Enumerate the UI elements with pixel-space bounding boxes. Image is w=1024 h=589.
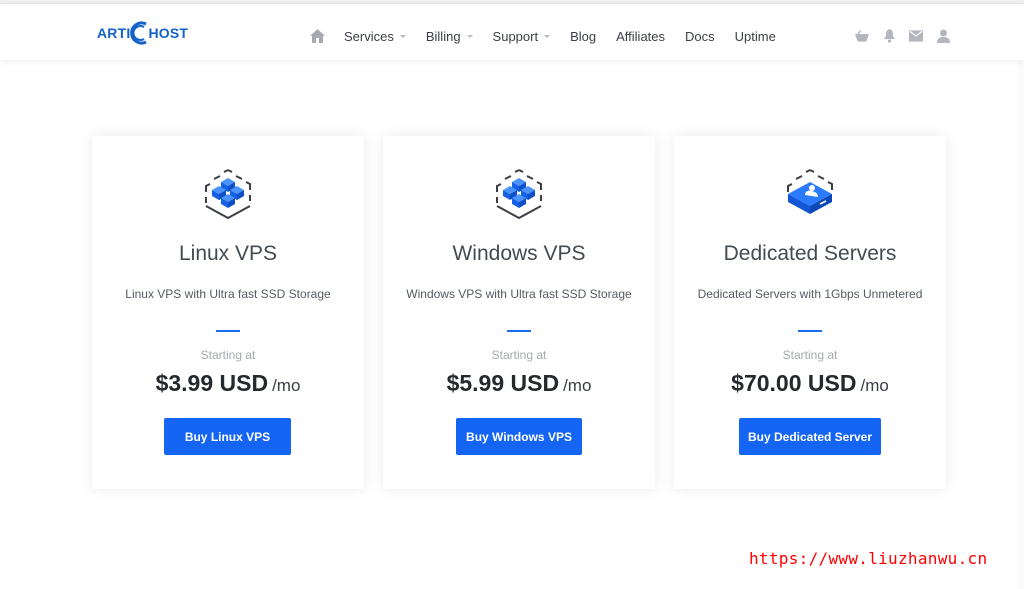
header-icons: [855, 8, 950, 64]
watermark: https://www.liuzhanwu.cn: [749, 549, 988, 568]
nav-billing[interactable]: Billing: [426, 29, 473, 44]
chevron-down-icon: [399, 34, 406, 38]
card-description: Linux VPS with Ultra fast SSD Storage: [125, 287, 331, 301]
product-card-linux-vps: Linux VPS Linux VPS with Ultra fast SSD …: [92, 136, 364, 489]
price: $5.99 USD/mo: [383, 370, 655, 397]
card-title: Windows VPS: [452, 242, 586, 265]
main-nav: Services Billing Support Blog Affiliates…: [310, 8, 796, 64]
cart-icon[interactable]: [855, 29, 869, 43]
chevron-down-icon: [466, 34, 473, 38]
price-period: /mo: [272, 376, 301, 395]
price-amount: $70.00 USD: [731, 370, 857, 396]
buy-linux-vps-button[interactable]: Buy Linux VPS: [164, 418, 291, 455]
divider: [798, 330, 822, 332]
price: $70.00 USD/mo: [674, 370, 946, 397]
product-card-windows-vps: Windows VPS Windows VPS with Ultra fast …: [383, 136, 655, 489]
logo-text-right: HOST: [148, 25, 189, 41]
price-period: /mo: [563, 376, 592, 395]
logo[interactable]: ARTI HOST: [97, 19, 188, 47]
scrollbar[interactable]: [1018, 60, 1024, 589]
site-header: ARTI HOST Services Billing Support Blog …: [0, 4, 1024, 60]
nav-services[interactable]: Services: [344, 29, 406, 44]
card-description: Dedicated Servers with 1Gbps Unmetered: [697, 287, 923, 301]
logo-ring-icon: [129, 20, 151, 46]
bell-icon[interactable]: [882, 29, 896, 43]
price-amount: $3.99 USD: [155, 370, 269, 396]
price-amount: $5.99 USD: [446, 370, 560, 396]
card-description: Windows VPS with Ultra fast SSD Storage: [406, 287, 632, 301]
dedicated-server-icon: [674, 168, 946, 220]
product-card-dedicated-servers: Dedicated Servers Dedicated Servers with…: [674, 136, 946, 489]
vps-cubes-icon: [92, 168, 364, 220]
starting-at-label: Starting at: [782, 348, 838, 362]
envelope-icon[interactable]: [909, 29, 923, 43]
home-icon[interactable]: [310, 28, 326, 44]
vps-cubes-icon: [383, 168, 655, 220]
logo-text-left: ARTI: [97, 25, 131, 41]
divider: [507, 330, 531, 332]
card-title: Dedicated Servers: [723, 242, 897, 265]
card-title: Linux VPS: [178, 242, 278, 265]
user-icon[interactable]: [936, 29, 950, 43]
buy-windows-vps-button[interactable]: Buy Windows VPS: [456, 418, 582, 455]
nav-blog[interactable]: Blog: [570, 29, 596, 44]
price-period: /mo: [860, 376, 889, 395]
nav-support[interactable]: Support: [493, 29, 551, 44]
divider: [216, 330, 240, 332]
buy-dedicated-server-button[interactable]: Buy Dedicated Server: [739, 418, 881, 455]
nav-affiliates[interactable]: Affiliates: [616, 29, 665, 44]
chevron-down-icon: [544, 34, 551, 38]
nav-uptime[interactable]: Uptime: [735, 29, 776, 44]
price: $3.99 USD/mo: [92, 370, 364, 397]
starting-at-label: Starting at: [491, 348, 547, 362]
nav-docs[interactable]: Docs: [685, 29, 715, 44]
starting-at-label: Starting at: [200, 348, 256, 362]
